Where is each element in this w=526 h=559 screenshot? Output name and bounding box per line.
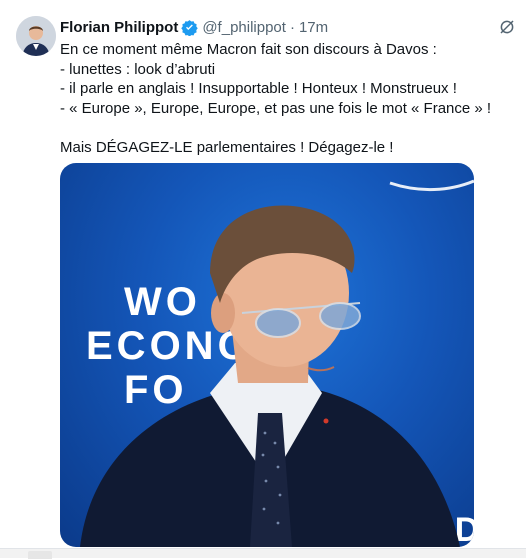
tweet-line: - il parle en anglais ! Insupportable ! … — [60, 80, 457, 97]
author-name[interactable]: Florian Philippot — [60, 19, 178, 36]
bottom-tab[interactable] — [28, 551, 52, 559]
sunglasses — [255, 308, 301, 338]
tweet-line: En ce moment même Macron fait son discou… — [60, 41, 437, 58]
tweet-header: Florian Philippot @f_philippot · 17m — [60, 16, 328, 38]
logo-arc — [389, 179, 474, 191]
photo-image: WO ECONO FO LD — [80, 179, 474, 547]
tweet-line: - lunettes : look d’abruti — [60, 60, 216, 78]
timestamp[interactable]: 17m — [299, 19, 328, 36]
avatar[interactable] — [16, 16, 56, 56]
tweet-photo[interactable]: WO ECONO FO LD — [60, 163, 474, 547]
author-handle[interactable]: @f_philippot — [202, 19, 286, 36]
grok-slash-icon[interactable] — [496, 16, 518, 38]
tweet-line: Mais DÉGAGEZ-LE parlementaires ! Dégagez… — [60, 138, 394, 156]
tweet-text: En ce moment même Macron fait son discou… — [60, 40, 510, 157]
tweet-line: - « Europe », Europe, Europe, et pas une… — [60, 99, 492, 117]
separator-dot: · — [289, 18, 295, 36]
verified-badge-icon — [181, 19, 199, 36]
avatar-image — [16, 16, 56, 56]
backdrop-letters: WO — [124, 280, 201, 324]
backdrop-letters: FO — [124, 368, 188, 412]
tweet[interactable]: Florian Philippot @f_philippot · 17m En … — [0, 0, 526, 548]
